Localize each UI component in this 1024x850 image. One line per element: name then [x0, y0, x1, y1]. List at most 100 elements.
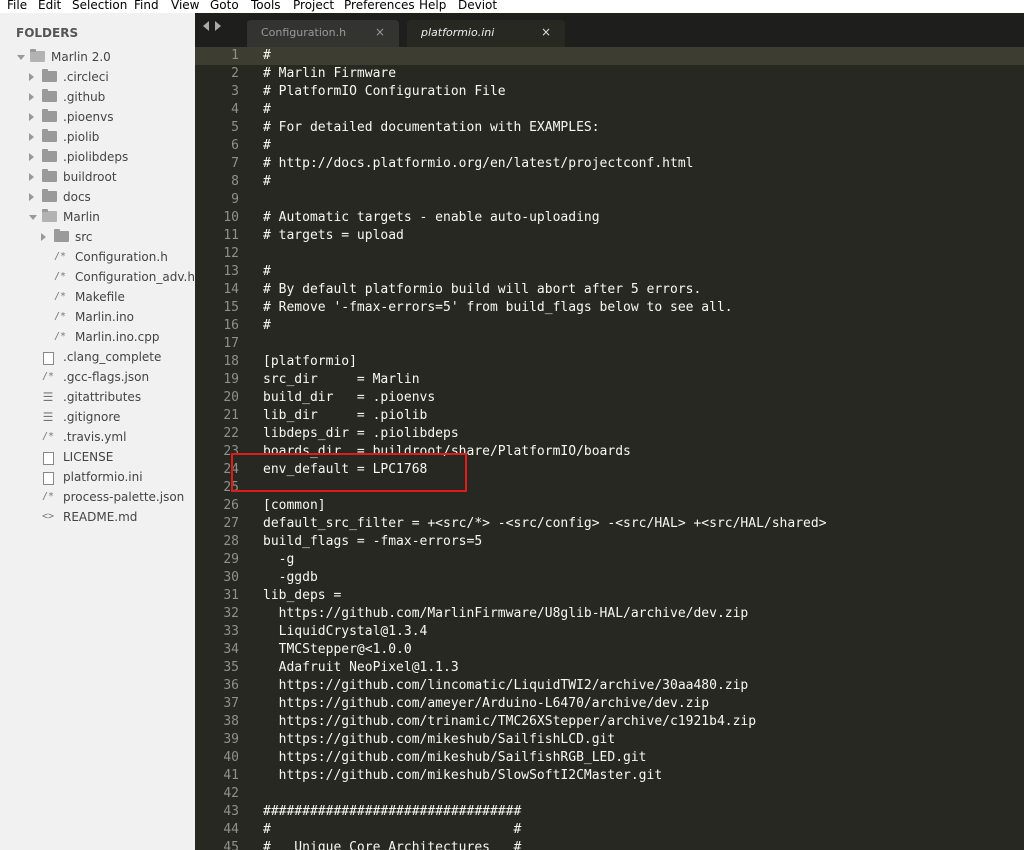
- tab-platformio-ini[interactable]: platformio.ini ×: [407, 20, 565, 47]
- tree-label: .travis.yml: [63, 430, 127, 444]
- tab-configuration-h[interactable]: Configuration.h ×: [247, 20, 399, 47]
- folder-icon: [42, 69, 57, 82]
- code-line[interactable]: [platformio]: [263, 353, 357, 371]
- chevron-right-icon[interactable]: [29, 113, 34, 121]
- code-line[interactable]: https://github.com/trinamic/TMC26XSteppe…: [263, 713, 756, 731]
- tree-file-license[interactable]: LICENSE: [0, 447, 195, 467]
- line-number: 21: [223, 408, 239, 423]
- code-line[interactable]: -g: [263, 551, 295, 569]
- code-line[interactable]: # Marlin Firmware: [263, 65, 396, 83]
- code-line[interactable]: https://github.com/mikeshub/SlowSoftI2CM…: [263, 767, 663, 785]
- line-number: 45: [223, 840, 239, 850]
- code-line[interactable]: Adafruit NeoPixel@1.1.3: [263, 659, 459, 677]
- line-number: 40: [223, 750, 239, 765]
- line-number: 37: [223, 696, 239, 711]
- tree-file-gitignore[interactable]: ☰ .gitignore: [0, 407, 195, 427]
- code-line[interactable]: -ggdb: [263, 569, 318, 587]
- code-line[interactable]: [common]: [263, 497, 326, 515]
- menu-tools[interactable]: Tools: [251, 0, 281, 13]
- tree-file-marlin-ino-cpp[interactable]: /* Marlin.ino.cpp: [0, 327, 195, 347]
- tree-file-readme-md[interactable]: <> README.md: [0, 507, 195, 527]
- code-line[interactable]: # For detailed documentation with EXAMPL…: [263, 119, 600, 137]
- tree-file-gitattributes[interactable]: ☰ .gitattributes: [0, 387, 195, 407]
- tree-folder-docs[interactable]: docs: [0, 187, 195, 207]
- code-line[interactable]: # Automatic targets - enable auto-upload…: [263, 209, 600, 227]
- code-line[interactable]: LiquidCrystal@1.3.4: [263, 623, 428, 641]
- code-line[interactable]: #: [263, 47, 271, 65]
- menu-file[interactable]: File: [7, 0, 27, 13]
- tree-folder-pioenvs[interactable]: .pioenvs: [0, 107, 195, 127]
- tree-file-gcc-flags-json[interactable]: /* .gcc-flags.json: [0, 367, 195, 387]
- chevron-right-icon[interactable]: [41, 233, 46, 241]
- tree-file-platformio-ini[interactable]: platformio.ini: [0, 467, 195, 487]
- tree-file-configuration-adv-h[interactable]: /* Configuration_adv.h: [0, 267, 195, 287]
- code-editor[interactable]: 1 #2 # Marlin Firmware 3 # PlatformIO Config…: [195, 47, 1024, 850]
- close-icon[interactable]: ×: [541, 25, 551, 39]
- code-line[interactable]: TMCStepper@<1.0.0: [263, 641, 412, 659]
- tree-folder-piolib[interactable]: .piolib: [0, 127, 195, 147]
- chevron-down-icon[interactable]: [29, 215, 37, 220]
- chevron-right-icon[interactable]: [29, 153, 34, 161]
- tree-folder-circleci[interactable]: .circleci: [0, 67, 195, 87]
- nav-right-icon[interactable]: [215, 21, 221, 31]
- code-line[interactable]: # PlatformIO Configuration File: [263, 83, 506, 101]
- code-line[interactable]: # targets = upload: [263, 227, 404, 245]
- line-number: 2: [231, 66, 239, 81]
- markup-file-icon: <>: [41, 511, 55, 522]
- chevron-right-icon[interactable]: [29, 73, 34, 81]
- menu-view[interactable]: View: [171, 0, 199, 13]
- tree-file-configuration-h[interactable]: /* Configuration.h: [0, 247, 195, 267]
- menu-find[interactable]: Find: [134, 0, 159, 13]
- code-line[interactable]: # http://docs.platformio.org/en/latest/p…: [263, 155, 693, 173]
- tree-file-clang-complete[interactable]: .clang_complete: [0, 347, 195, 367]
- code-line[interactable]: #: [263, 317, 271, 335]
- tree-folder-github[interactable]: .github: [0, 87, 195, 107]
- code-line[interactable]: src_dir = Marlin: [263, 371, 420, 389]
- chevron-down-icon[interactable]: [17, 55, 25, 60]
- chevron-right-icon[interactable]: [29, 133, 34, 141]
- chevron-right-icon[interactable]: [29, 193, 34, 201]
- tree-folder-buildroot[interactable]: buildroot: [0, 167, 195, 187]
- chevron-right-icon[interactable]: [29, 93, 34, 101]
- code-line[interactable]: https://github.com/mikeshub/SailfishRGB_…: [263, 749, 647, 767]
- code-line[interactable]: build_flags = -fmax-errors=5: [263, 533, 482, 551]
- tree-file-makefile[interactable]: /* Makefile: [0, 287, 195, 307]
- menu-project[interactable]: Project: [293, 0, 334, 13]
- code-line[interactable]: # #: [263, 821, 521, 839]
- chevron-right-icon[interactable]: [29, 173, 34, 181]
- menu-selection[interactable]: Selection: [72, 0, 127, 13]
- tree-folder-src[interactable]: src: [0, 227, 195, 247]
- code-line[interactable]: default_src_filter = +<src/*> -<src/conf…: [263, 515, 827, 533]
- code-line[interactable]: build_dir = .pioenvs: [263, 389, 435, 407]
- code-line[interactable]: #: [263, 101, 271, 119]
- code-line[interactable]: lib_dir = .piolib: [263, 407, 427, 425]
- code-line[interactable]: #: [263, 263, 271, 281]
- code-line[interactable]: # By default platformio build will abort…: [263, 281, 701, 299]
- line-number: 41: [223, 768, 239, 783]
- code-line[interactable]: https://github.com/MarlinFirmware/U8glib…: [263, 605, 749, 623]
- close-icon[interactable]: ×: [375, 25, 385, 39]
- nav-left-icon[interactable]: [203, 21, 209, 31]
- menu-help[interactable]: Help: [419, 0, 446, 13]
- tree-folder-marlin-2[interactable]: Marlin 2.0: [0, 47, 195, 67]
- code-line[interactable]: # Unique Core Architectures #: [263, 839, 521, 850]
- code-line[interactable]: # Remove '-fmax-errors=5' from build_fla…: [263, 299, 733, 317]
- line-number: 27: [223, 516, 239, 531]
- tree-folder-marlin[interactable]: Marlin: [0, 207, 195, 227]
- tree-file-process-palette-json[interactable]: /* process-palette.json: [0, 487, 195, 507]
- code-line[interactable]: #: [263, 173, 271, 191]
- code-line[interactable]: https://github.com/lincomatic/LiquidTWI2…: [263, 677, 749, 695]
- code-line[interactable]: libdeps_dir = .piolibdeps: [263, 425, 459, 443]
- code-line[interactable]: https://github.com/mikeshub/SailfishLCD.…: [263, 731, 616, 749]
- code-line[interactable]: https://github.com/ameyer/Arduino-L6470/…: [263, 695, 709, 713]
- menu-deviot[interactable]: Deviot: [458, 0, 497, 13]
- menu-preferences[interactable]: Preferences: [344, 0, 415, 13]
- code-line[interactable]: #: [263, 137, 271, 155]
- menu-edit[interactable]: Edit: [38, 0, 61, 13]
- tree-folder-piolibdeps[interactable]: .piolibdeps: [0, 147, 195, 167]
- code-line[interactable]: #################################: [263, 803, 521, 821]
- tree-file-marlin-ino[interactable]: /* Marlin.ino: [0, 307, 195, 327]
- menu-goto[interactable]: Goto: [210, 0, 239, 13]
- code-line[interactable]: lib_deps =: [263, 587, 341, 605]
- tree-file-travis-yml[interactable]: /* .travis.yml: [0, 427, 195, 447]
